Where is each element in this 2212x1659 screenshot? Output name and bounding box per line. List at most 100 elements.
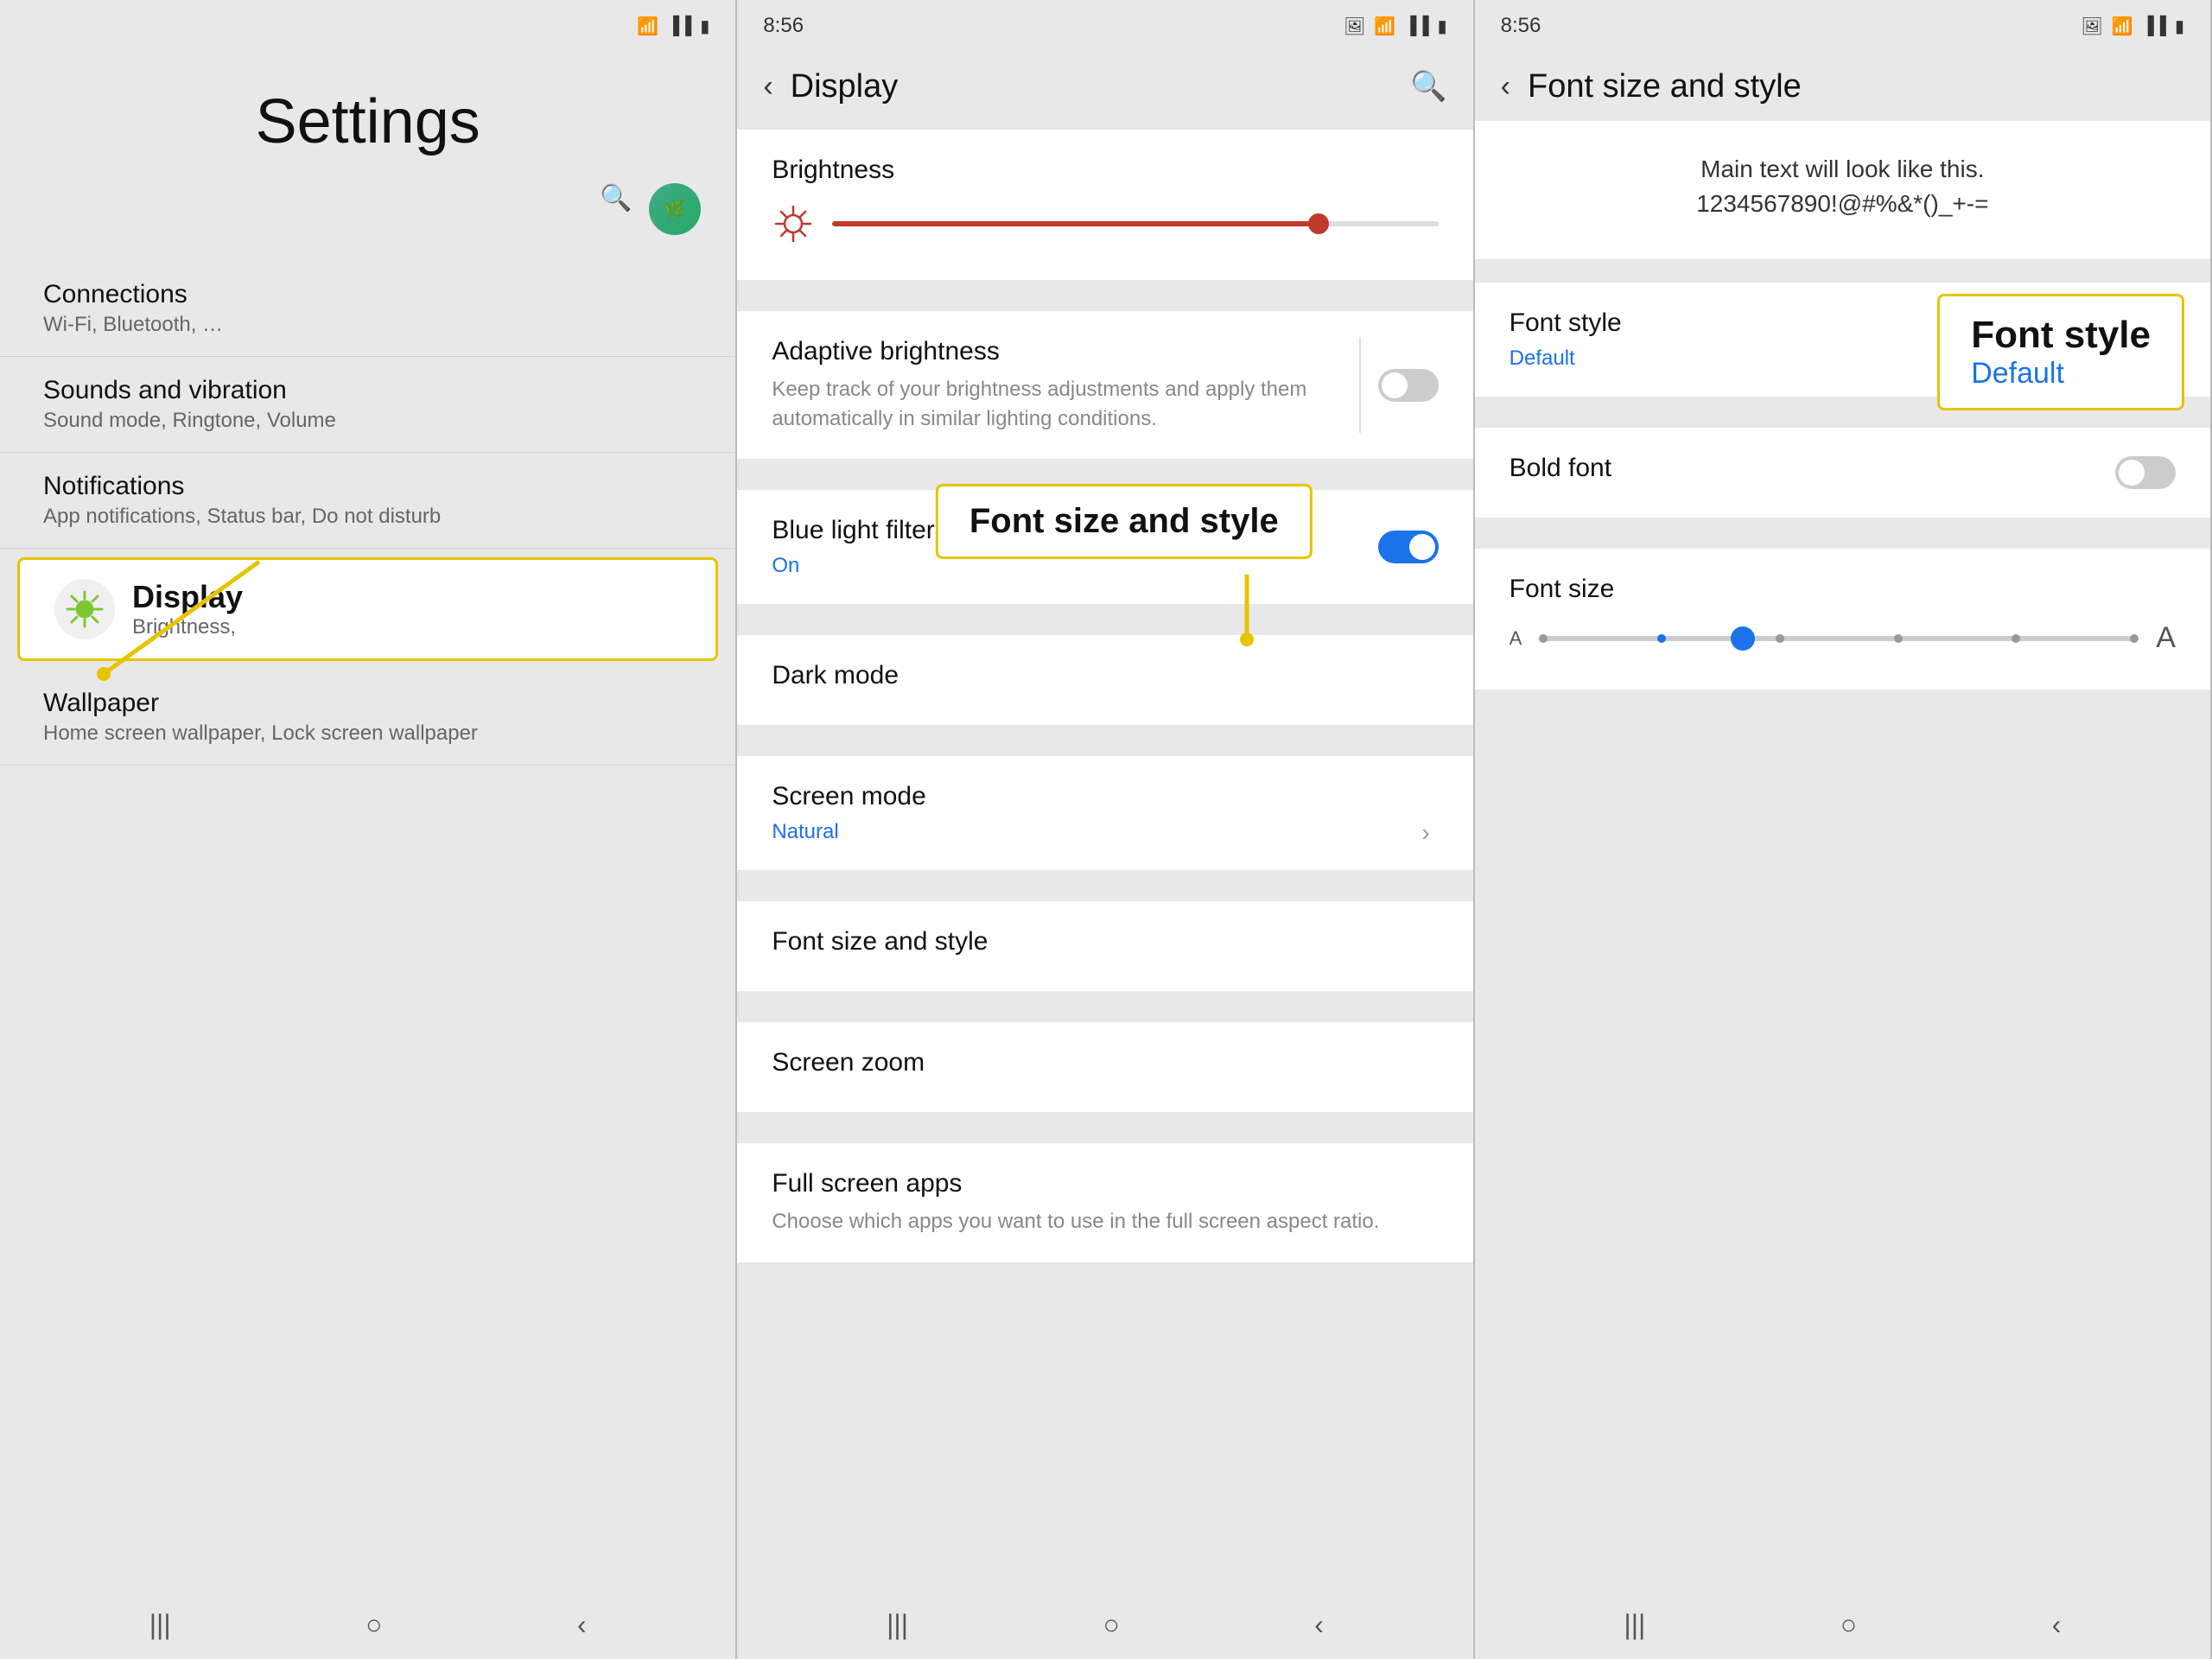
signal-icon: ▐▐ (667, 16, 691, 36)
blue-light-toggle[interactable] (1378, 531, 1439, 563)
font-size-section: Font size A A (1475, 549, 2210, 690)
nav-home-1[interactable]: ○ (365, 1609, 382, 1641)
adaptive-brightness-toggle[interactable] (1378, 369, 1439, 402)
divider-6 (737, 1000, 1472, 1014)
back-arrow-font[interactable]: ‹ (1501, 70, 1510, 104)
panel-font-size: 8:56 🖼 📶 ▐▐ ▮ ‹ Font size and style Main… (1475, 0, 2212, 1659)
font-dot-6 (2130, 634, 2139, 643)
font-style-callout-box: Font style Default (1937, 294, 2184, 410)
status-icons-2: 🖼 📶 ▐▐ ▮ (1344, 16, 1447, 37)
sun-icon (64, 588, 105, 630)
nav-back-3[interactable]: ‹ (2052, 1609, 2062, 1641)
divider-1 (737, 289, 1472, 302)
status-bar-2: 8:56 🖼 📶 ▐▐ ▮ (737, 0, 1472, 52)
blue-light-sub: On (772, 554, 934, 578)
signal-icon-2: ▐▐ (1404, 16, 1428, 36)
blue-light-label: Blue light filter (772, 516, 934, 545)
bottom-nav-3: ||| ○ ‹ (1475, 1590, 2210, 1659)
screen-mode-section: Screen mode Natural (737, 756, 1472, 870)
dark-mode-label: Dark mode (772, 661, 1438, 690)
font-style-callout-value: Default (1971, 357, 2151, 391)
brightness-slider[interactable] (832, 221, 1438, 226)
font-dot-3 (1776, 634, 1784, 643)
screen-zoom-label: Screen zoom (772, 1048, 1438, 1077)
brightness-sun-icon (772, 202, 815, 245)
back-arrow-display[interactable]: ‹ (763, 70, 772, 104)
adaptive-brightness-section: Adaptive brightness Keep track of your b… (737, 311, 1472, 459)
wifi-icon-2: 📶 (1374, 16, 1395, 37)
avatar[interactable]: 🌿 (649, 183, 701, 235)
brightness-label: Brightness (772, 156, 1438, 185)
divider-f3 (1475, 526, 2210, 540)
panel-display: 8:56 🖼 📶 ▐▐ ▮ ‹ Display 🔍 Brightness (737, 0, 1474, 1659)
nav-recents-3[interactable]: ||| (1624, 1609, 1645, 1641)
adaptive-brightness-label: Adaptive brightness (772, 337, 1324, 366)
full-screen-section[interactable]: Full screen apps Choose which apps you w… (737, 1143, 1472, 1262)
dark-mode-section: Dark mode (737, 635, 1472, 725)
signal-icon-3: ▐▐ (2142, 16, 2166, 36)
wifi-icon-3: 📶 (2112, 16, 2133, 37)
font-size-label: Font size (1510, 575, 2176, 604)
font-dot-2 (1657, 634, 1666, 643)
divider-2 (737, 467, 1472, 481)
font-dot-5 (2012, 634, 2020, 643)
time-2: 8:56 (763, 14, 804, 38)
bold-font-section: Bold font (1475, 428, 2210, 518)
bold-font-row: Bold font (1510, 454, 2176, 492)
brightness-thumb[interactable] (1308, 213, 1329, 234)
screen-zoom-section[interactable]: Screen zoom (737, 1022, 1472, 1112)
settings-item-notifications[interactable]: Notifications App notifications, Status … (0, 453, 735, 549)
font-size-section-display[interactable]: Font size and style › (737, 901, 1472, 991)
font-size-small-label: A (1510, 627, 1522, 650)
font-style-callout-title: Font style (1971, 314, 2151, 357)
bottom-nav-1: ||| ○ ‹ (0, 1590, 735, 1659)
bottom-nav-2: ||| ○ ‹ (737, 1590, 1472, 1659)
font-page-title: Font size and style (1528, 68, 2184, 105)
settings-title: Settings (0, 52, 735, 183)
preview-text-1: Main text will look like this. (1510, 156, 2176, 183)
nav-recents-1[interactable]: ||| (149, 1609, 171, 1641)
gallery-icon: 🖼 (1344, 16, 1365, 37)
brightness-row (772, 194, 1438, 254)
divider-f1 (1475, 260, 2210, 274)
search-icon-display[interactable]: 🔍 (1410, 69, 1446, 104)
top-bar-font: ‹ Font size and style (1475, 52, 2210, 121)
divider-3 (737, 613, 1472, 626)
search-icon[interactable]: 🔍 (600, 183, 632, 235)
font-size-track[interactable] (1539, 636, 2139, 641)
status-bar-3: 8:56 🖼 📶 ▐▐ ▮ (1475, 0, 2210, 52)
display-callout-sub: Brightness, (132, 615, 243, 639)
screen-mode-label: Screen mode (772, 782, 1438, 811)
brightness-section: Brightness (737, 130, 1472, 280)
nav-back-1[interactable]: ‹ (577, 1609, 587, 1641)
font-size-thumb[interactable] (1731, 626, 1755, 651)
battery-icon: ▮ (700, 16, 709, 37)
settings-item-wallpaper[interactable]: Wallpaper Home screen wallpaper, Lock sc… (0, 670, 735, 766)
settings-item-sounds[interactable]: Sounds and vibration Sound mode, Rington… (0, 357, 735, 453)
divider-7 (737, 1121, 1472, 1135)
full-screen-sub: Choose which apps you want to use in the… (772, 1207, 1438, 1236)
settings-list: Connections Wi-Fi, Bluetooth, … Sounds a… (0, 261, 735, 766)
nav-home-2[interactable]: ○ (1103, 1609, 1119, 1641)
wifi-icon: 📶 (637, 16, 658, 37)
status-icons-3: 🖼 📶 ▐▐ ▮ (2081, 16, 2184, 37)
bold-font-label: Bold font (1510, 454, 1611, 483)
nav-home-3[interactable]: ○ (1840, 1609, 1857, 1641)
settings-item-connections[interactable]: Connections Wi-Fi, Bluetooth, … (0, 261, 735, 357)
font-size-large-label: A (2156, 621, 2176, 655)
divider-4 (737, 734, 1472, 747)
search-row: 🔍 🌿 (0, 183, 735, 261)
display-page-title: Display (791, 68, 1394, 105)
settings-item-display-highlighted[interactable]: Display Brightness, (17, 557, 718, 661)
screen-mode-sub: Natural (772, 820, 1438, 844)
adaptive-brightness-row: Adaptive brightness Keep track of your b… (772, 337, 1438, 433)
nav-back-2[interactable]: ‹ (1314, 1609, 1324, 1641)
font-dot-4 (1894, 634, 1903, 643)
bold-font-toggle[interactable] (2115, 456, 2176, 489)
full-screen-label: Full screen apps (772, 1169, 1438, 1198)
divider-vertical (1359, 337, 1361, 433)
preview-section: Main text will look like this. 123456789… (1475, 121, 2210, 260)
font-size-slider-row: A A (1510, 613, 2176, 664)
nav-recents-2[interactable]: ||| (887, 1609, 908, 1641)
display-callout-title: Display (132, 579, 243, 615)
